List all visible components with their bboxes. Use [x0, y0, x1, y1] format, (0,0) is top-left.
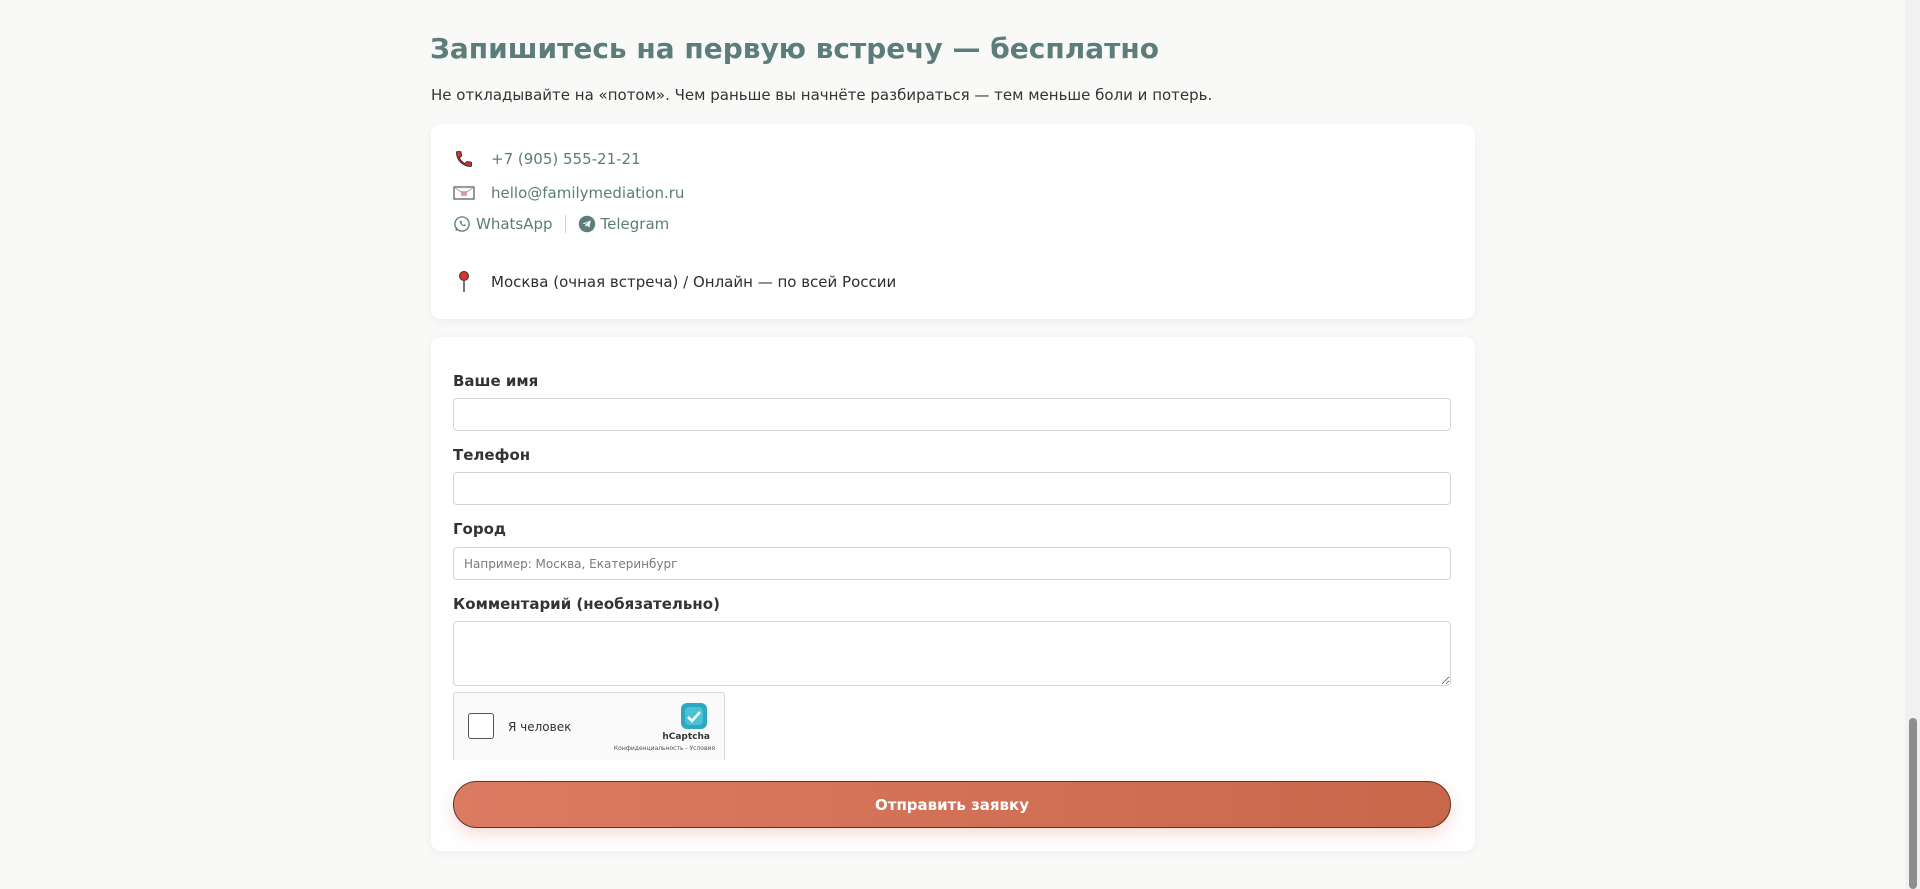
comment-textarea[interactable]: [453, 621, 1451, 686]
messenger-divider: [564, 215, 566, 233]
phone-input[interactable]: [453, 472, 1451, 505]
whatsapp-link[interactable]: WhatsApp: [453, 215, 553, 233]
phone-icon: [453, 148, 475, 170]
phone-link[interactable]: +7 (905) 555-21-21: [491, 150, 641, 168]
telegram-icon: [578, 215, 596, 233]
page-scrollbar[interactable]: [1905, 0, 1920, 889]
email-icon: [453, 182, 475, 204]
contact-email-row: hello@familymediation.ru: [453, 182, 684, 204]
name-input[interactable]: [453, 398, 1451, 431]
contact-location-row: Москва (очная встреча) / Онлайн — по все…: [453, 271, 896, 293]
city-input[interactable]: [453, 547, 1451, 580]
captcha-checkbox[interactable]: [468, 713, 494, 739]
telegram-label: Telegram: [600, 215, 670, 233]
whatsapp-label: WhatsApp: [476, 215, 553, 233]
contacts-card: +7 (905) 555-21-21 hello@familymediation…: [431, 124, 1475, 319]
scrollbar-thumb[interactable]: [1909, 718, 1917, 889]
section-title: Запишитесь на первую встречу — бесплатно: [430, 32, 1159, 65]
location-text: Москва (очная встреча) / Онлайн — по все…: [491, 273, 897, 291]
hcaptcha-logo-icon: [679, 701, 709, 731]
contact-messengers-row: WhatsApp Telegram: [453, 215, 669, 233]
signup-form: Ваше имя Телефон Город Комментарий (необ…: [431, 337, 1475, 851]
captcha-brand: hCaptcha: [662, 732, 710, 742]
name-label: Ваше имя: [453, 372, 539, 390]
pin-icon: [453, 271, 475, 293]
submit-button[interactable]: Отправить заявку: [453, 781, 1451, 828]
contact-phone-row: +7 (905) 555-21-21: [453, 148, 641, 170]
telegram-link[interactable]: Telegram: [578, 215, 670, 233]
captcha-terms-link[interactable]: Конфиденциальность - Условия: [614, 745, 715, 752]
captcha-label: Я человек: [508, 720, 572, 734]
whatsapp-icon: [453, 215, 471, 233]
section-subtitle: Не откладывайте на «потом». Чем раньше в…: [431, 86, 1213, 104]
city-label: Город: [453, 520, 507, 538]
comment-label: Комментарий (необязательно): [453, 595, 720, 613]
hcaptcha-widget: Я человек hCaptcha Конфиденциальность - …: [453, 692, 725, 760]
email-link[interactable]: hello@familymediation.ru: [491, 184, 684, 202]
phone-label: Телефон: [453, 446, 531, 464]
